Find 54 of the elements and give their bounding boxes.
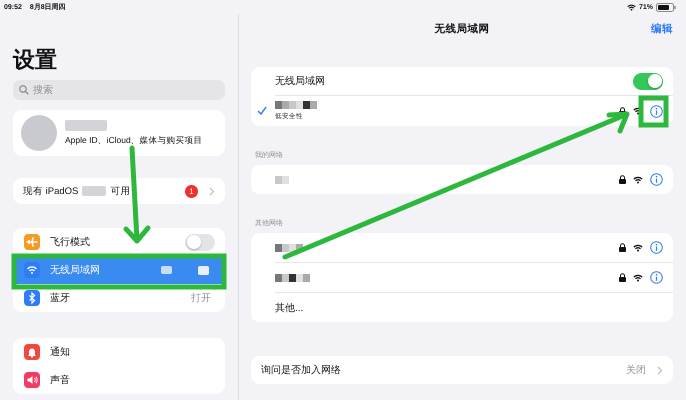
bluetooth-icon xyxy=(24,290,40,306)
settings-label: 蓝牙 xyxy=(50,292,70,305)
wifi-signal-icon xyxy=(633,244,643,252)
settings-label: 声音 xyxy=(50,374,70,387)
wifi-icon xyxy=(24,262,40,278)
profile-card[interactable]: Apple ID、iCloud、媒体与购买项目 xyxy=(13,110,225,156)
blurred-version xyxy=(82,186,106,196)
profile-subtitle: Apple ID、iCloud、媒体与购买项目 xyxy=(65,134,203,146)
blurred-name xyxy=(65,120,107,130)
search-field[interactable]: 搜索 xyxy=(13,80,225,100)
battery-icon xyxy=(656,2,676,12)
update-label: 可用 xyxy=(110,184,130,198)
ask-to-join-row[interactable]: 询问是否加入网络 关闭 xyxy=(251,356,673,384)
ask-to-join-value: 关闭 xyxy=(626,364,646,377)
wifi-toggle[interactable] xyxy=(633,72,663,90)
ask-to-join-label: 询问是否加入网络 xyxy=(261,364,341,377)
settings-label: 飞行模式 xyxy=(50,236,90,249)
blurred-network-name xyxy=(275,244,303,252)
settings-row[interactable]: 声音 xyxy=(13,366,225,394)
highlight-frame xyxy=(638,96,668,128)
wifi-label: 无线局域网 xyxy=(275,74,325,88)
update-label: 现有 iPadOS xyxy=(23,184,78,198)
page-title: 无线局域网 xyxy=(434,22,490,36)
chevron-icon xyxy=(657,366,663,374)
settings-row[interactable]: 通知 xyxy=(13,338,225,366)
airplane-icon xyxy=(24,234,40,250)
chevron-icon xyxy=(209,186,215,196)
search-icon xyxy=(19,85,29,95)
speaker-icon xyxy=(24,372,40,388)
airplane-mode-toggle[interactable] xyxy=(185,234,215,250)
other-network-item[interactable]: 其他... xyxy=(275,300,304,314)
info-icon[interactable] xyxy=(650,241,663,254)
settings-value: 打开 xyxy=(191,292,211,305)
info-icon[interactable] xyxy=(650,271,663,284)
blurred-value xyxy=(198,266,209,274)
wifi-signal-icon xyxy=(626,4,636,10)
bell-icon xyxy=(24,344,40,360)
settings-row[interactable]: 飞行模式 xyxy=(13,228,225,256)
blurred-network-name xyxy=(275,101,317,109)
wifi-signal-icon xyxy=(633,176,643,184)
blurred-network-name xyxy=(275,176,289,184)
info-icon[interactable] xyxy=(650,173,663,186)
settings-title: 设置 xyxy=(13,46,58,74)
info-icon[interactable] xyxy=(650,104,663,118)
settings-row[interactable]: 蓝牙 打开 xyxy=(13,284,225,312)
blurred-value xyxy=(161,266,172,274)
notification-badge: 1 xyxy=(185,184,198,198)
update-row[interactable]: 现有 iPadOS 可用 1 xyxy=(13,178,225,204)
blurred-network-name xyxy=(275,274,310,282)
settings-label: 通知 xyxy=(50,346,70,359)
wifi-signal-icon xyxy=(633,274,643,282)
settings-label: 无线局域网 xyxy=(50,264,100,277)
avatar-placeholder xyxy=(21,115,57,151)
edit-link[interactable]: 编辑 xyxy=(651,22,673,36)
